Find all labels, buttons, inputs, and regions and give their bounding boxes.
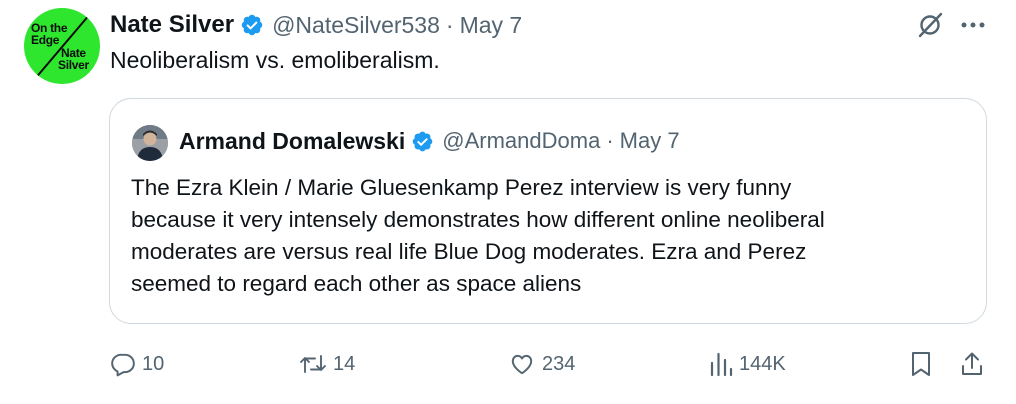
views-icon — [710, 352, 733, 377]
quoted-tweet-text: The Ezra Klein / Marie Gluesenkamp Perez… — [131, 172, 976, 300]
share-icon — [962, 352, 982, 375]
bookmark-icon — [912, 352, 930, 376]
like-icon — [511, 354, 533, 375]
tweet-date[interactable]: May 7 — [460, 12, 523, 39]
quoted-text-line: moderates are versus real life Blue Dog … — [131, 239, 807, 264]
reply-count: 10 — [142, 352, 165, 375]
quoted-tweet-date[interactable]: May 7 — [620, 128, 680, 154]
views-count: 144K — [739, 352, 786, 375]
separator-dot: · — [606, 128, 614, 153]
more-icon[interactable] — [958, 12, 988, 38]
quoted-tweet[interactable]: Armand Domalewski @ArmandDoma · May 7 Th… — [109, 98, 987, 324]
separator-dot: · — [445, 11, 454, 38]
retweet-count: 14 — [333, 352, 356, 375]
quoted-author-avatar[interactable] — [132, 125, 168, 161]
bookmark-button[interactable] — [910, 344, 932, 384]
like-count: 234 — [542, 352, 576, 375]
avatar-logo-text: Edge — [31, 33, 60, 47]
retweet-icon — [300, 355, 326, 373]
retweet-button[interactable]: 14 — [299, 344, 355, 384]
author-name[interactable]: Nate Silver — [110, 11, 234, 39]
verified-badge-icon — [241, 14, 263, 36]
author-avatar[interactable]: On the Edge Nate Silver — [24, 8, 100, 84]
tweet-header: Nate Silver @NateSilver538 · May 7 — [110, 8, 522, 42]
quoted-author-name[interactable]: Armand Domalewski — [179, 128, 405, 155]
person-photo-graphic — [132, 125, 168, 161]
tweet-text: Neoliberalism vs. emoliberalism. — [110, 47, 440, 73]
views-button[interactable]: 144K — [709, 344, 786, 384]
reply-button[interactable]: 10 — [110, 344, 164, 384]
like-button[interactable]: 234 — [508, 344, 575, 384]
reply-icon — [111, 353, 135, 377]
quoted-author-handle[interactable]: @ArmandDoma — [442, 128, 600, 154]
author-handle[interactable]: @NateSilver538 — [272, 12, 440, 39]
quoted-text-line: seemed to regard each other as space ali… — [131, 271, 582, 296]
quoted-text-line: The Ezra Klein / Marie Gluesenkamp Perez… — [131, 175, 792, 200]
verified-badge-icon — [412, 131, 433, 151]
grok-icon[interactable] — [915, 10, 945, 40]
quoted-text-line: because it very intensely demonstrates h… — [131, 207, 825, 232]
quoted-tweet-header: Armand Domalewski @ArmandDoma · May 7 — [179, 123, 680, 159]
action-bar: 10 14 234 144K — [0, 344, 1016, 384]
share-button[interactable] — [959, 344, 985, 384]
avatar-logo-text: Silver — [58, 58, 89, 72]
